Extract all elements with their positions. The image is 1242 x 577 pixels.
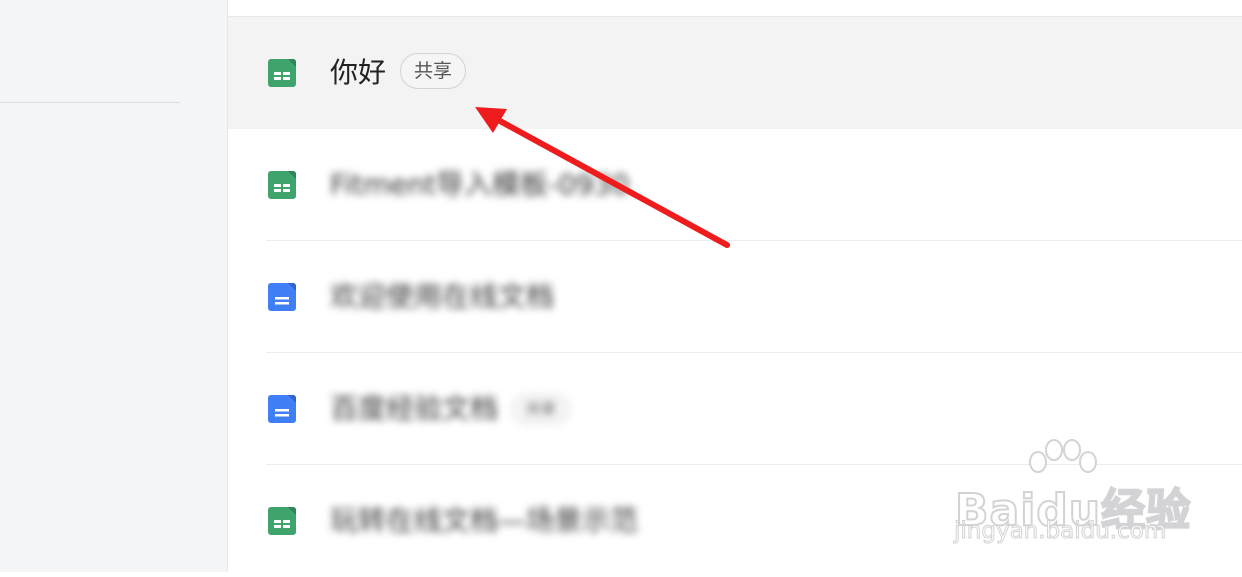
file-row-1[interactable]: Fitment导入模板-0930: [228, 129, 1242, 241]
sidebar: [0, 0, 228, 572]
file-name-text: 玩转在线文档—场景示范: [330, 504, 639, 537]
file-name-text: Fitment导入模板-0930: [330, 168, 630, 201]
spreadsheet-icon: [268, 59, 296, 87]
spreadsheet-icon: [268, 507, 296, 535]
file-name-text: 百度经验文档: [330, 392, 499, 425]
watermark-url: jingyan.baidu.com: [953, 518, 1167, 545]
share-badge: 共享: [400, 53, 467, 89]
file-name[interactable]: 欢迎使用在线文档: [330, 279, 554, 315]
file-row-2[interactable]: 欢迎使用在线文档: [228, 241, 1242, 353]
share-badge: 共享: [512, 394, 571, 424]
file-name[interactable]: Fitment导入模板-0930: [330, 167, 629, 203]
file-name-text: 欢迎使用在线文档: [330, 280, 555, 313]
file-name[interactable]: 你好 共享: [330, 53, 467, 91]
spreadsheet-icon: [268, 171, 296, 199]
file-row-0[interactable]: 你好 共享: [228, 17, 1242, 129]
sidebar-divider: [0, 102, 180, 103]
watermark: Baidu经验 jingyan.baidu.com: [950, 438, 1191, 548]
file-name-text: 你好: [330, 56, 387, 89]
document-icon: [268, 395, 296, 423]
file-name[interactable]: 玩转在线文档—场景示范: [330, 503, 638, 539]
document-icon: [268, 283, 296, 311]
file-name[interactable]: 百度经验文档 共享: [330, 391, 571, 427]
